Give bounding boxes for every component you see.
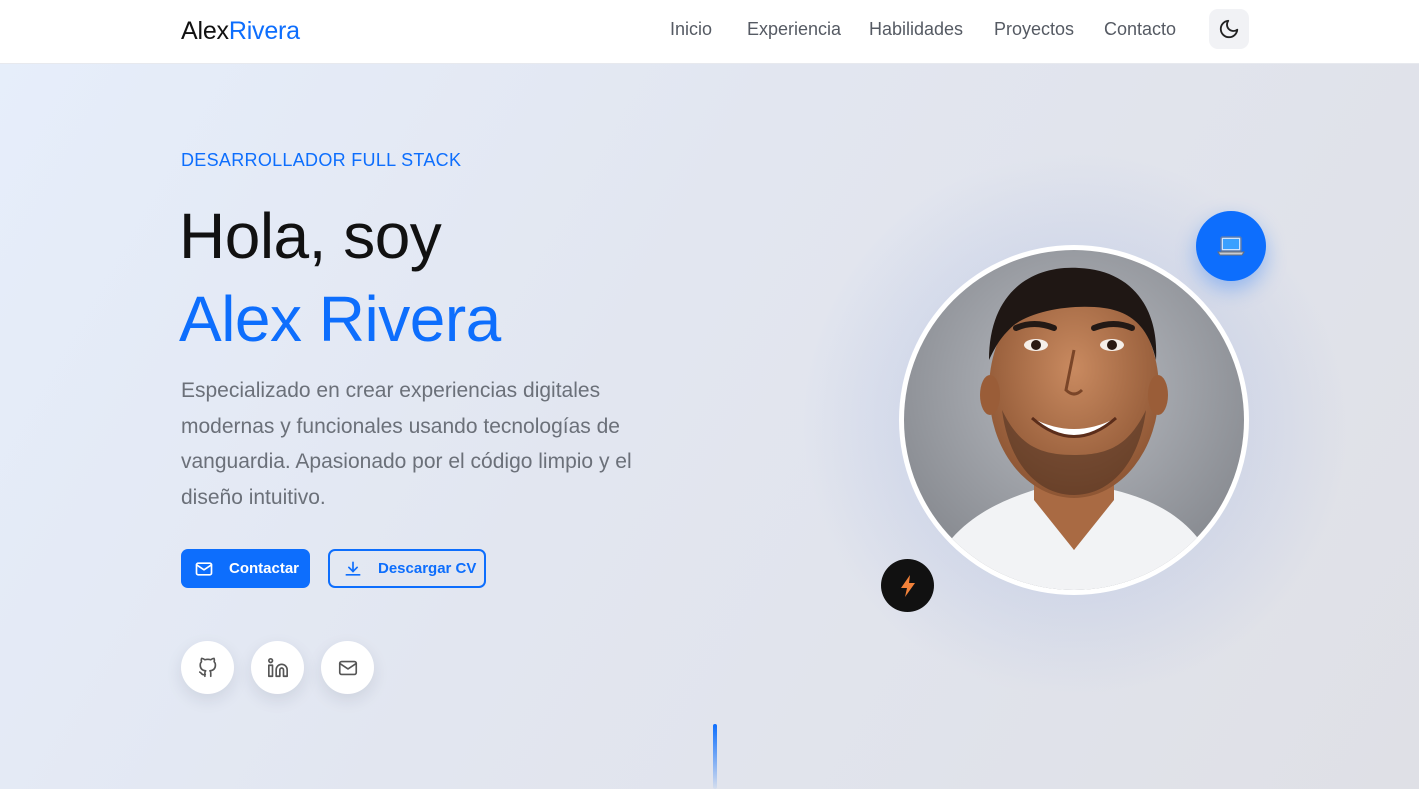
download-cv-button-label: Descargar CV [378, 560, 477, 577]
mail-icon [338, 660, 357, 675]
mail-icon [194, 559, 214, 579]
github-icon [198, 657, 216, 677]
laptop-badge [1196, 211, 1266, 281]
nav-link-experiencia[interactable]: Experiencia [747, 19, 841, 40]
contact-button-label: Contactar [229, 560, 300, 577]
scroll-indicator [713, 724, 717, 789]
download-icon [343, 559, 363, 579]
email-link[interactable] [321, 641, 374, 694]
contact-button[interactable]: Contactar [181, 549, 310, 588]
navbar: AlexRivera Inicio Experiencia Habilidade… [0, 0, 1419, 64]
theme-toggle-button[interactable] [1209, 9, 1249, 49]
profile-photo-illustration [904, 250, 1244, 590]
profile-photo [899, 245, 1249, 595]
laptop-icon [1217, 236, 1245, 256]
lightning-icon [900, 574, 915, 597]
logo-first-name: Alex [181, 17, 229, 45]
nav-link-contacto[interactable]: Contacto [1104, 19, 1176, 40]
logo-last-name: Rivera [228, 17, 300, 45]
lightning-badge [881, 559, 934, 612]
nav-link-inicio[interactable]: Inicio [670, 19, 712, 40]
hero-subtitle: DESARROLLADOR FULL STACK [181, 150, 462, 170]
nav-link-proyectos[interactable]: Proyectos [994, 19, 1074, 40]
hero-name: Alex Rivera [179, 283, 501, 355]
moon-icon [1219, 19, 1239, 39]
linkedin-link[interactable] [251, 641, 304, 694]
site-logo[interactable]: AlexRivera [181, 17, 300, 46]
nav-link-habilidades[interactable]: Habilidades [869, 19, 963, 40]
linkedin-icon [267, 657, 288, 677]
hero-greeting: Hola, soy [179, 200, 442, 272]
github-link[interactable] [181, 641, 234, 694]
hero-description: Especializado en crear experiencias digi… [181, 379, 632, 509]
download-cv-button[interactable]: Descargar CV [328, 549, 486, 588]
